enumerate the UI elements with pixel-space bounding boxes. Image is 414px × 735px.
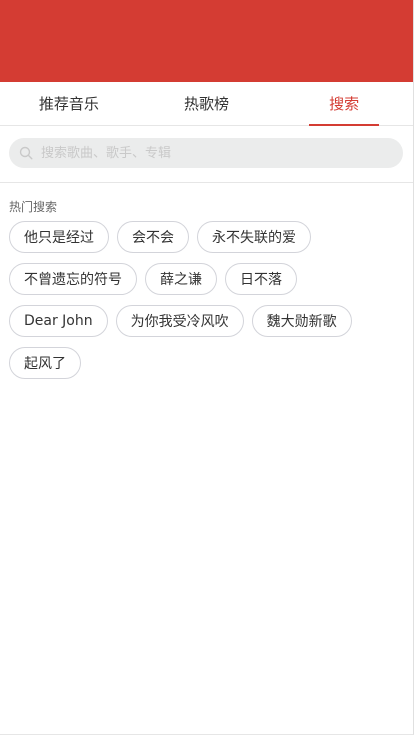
tab-search[interactable]: 搜索 — [275, 82, 413, 125]
hot-search-tag[interactable]: 薛之谦 — [145, 263, 217, 295]
hot-search-tag[interactable]: 他只是经过 — [9, 221, 109, 253]
hot-search-tag[interactable]: 会不会 — [117, 221, 189, 253]
search-section — [0, 126, 413, 183]
hot-search-tag-list: 他只是经过 会不会 永不失联的爱 不曾遗忘的符号 薛之谦 日不落 Dear Jo… — [9, 221, 403, 389]
hot-search-title: 热门搜索 — [9, 200, 58, 214]
search-box[interactable] — [9, 138, 403, 168]
hot-search-tag[interactable]: 日不落 — [225, 263, 297, 295]
hot-search-section: 热门搜索 他只是经过 会不会 永不失联的爱 不曾遗忘的符号 薛之谦 日不落 De… — [0, 183, 413, 389]
search-input[interactable] — [39, 144, 403, 162]
top-header-bar — [0, 0, 413, 82]
search-icon — [19, 146, 33, 160]
tab-bar: 推荐音乐 热歌榜 搜索 — [0, 82, 413, 126]
hot-search-tag[interactable]: 魏大勋新歌 — [251, 305, 352, 337]
hot-search-tag[interactable]: 起风了 — [9, 347, 81, 379]
tab-recommend-music[interactable]: 推荐音乐 — [0, 82, 138, 125]
hot-search-tag[interactable]: Dear John — [9, 305, 108, 337]
hot-search-tag[interactable]: 为你我受冷风吹 — [115, 305, 244, 337]
hot-search-tag[interactable]: 不曾遗忘的符号 — [9, 263, 137, 295]
hot-search-tag[interactable]: 永不失联的爱 — [197, 221, 311, 253]
tab-hot-songs[interactable]: 热歌榜 — [138, 82, 276, 125]
app-root: 推荐音乐 热歌榜 搜索 热门搜索 他只是经过 会不会 永不失联的爱 不曾遗忘的符… — [0, 0, 414, 735]
